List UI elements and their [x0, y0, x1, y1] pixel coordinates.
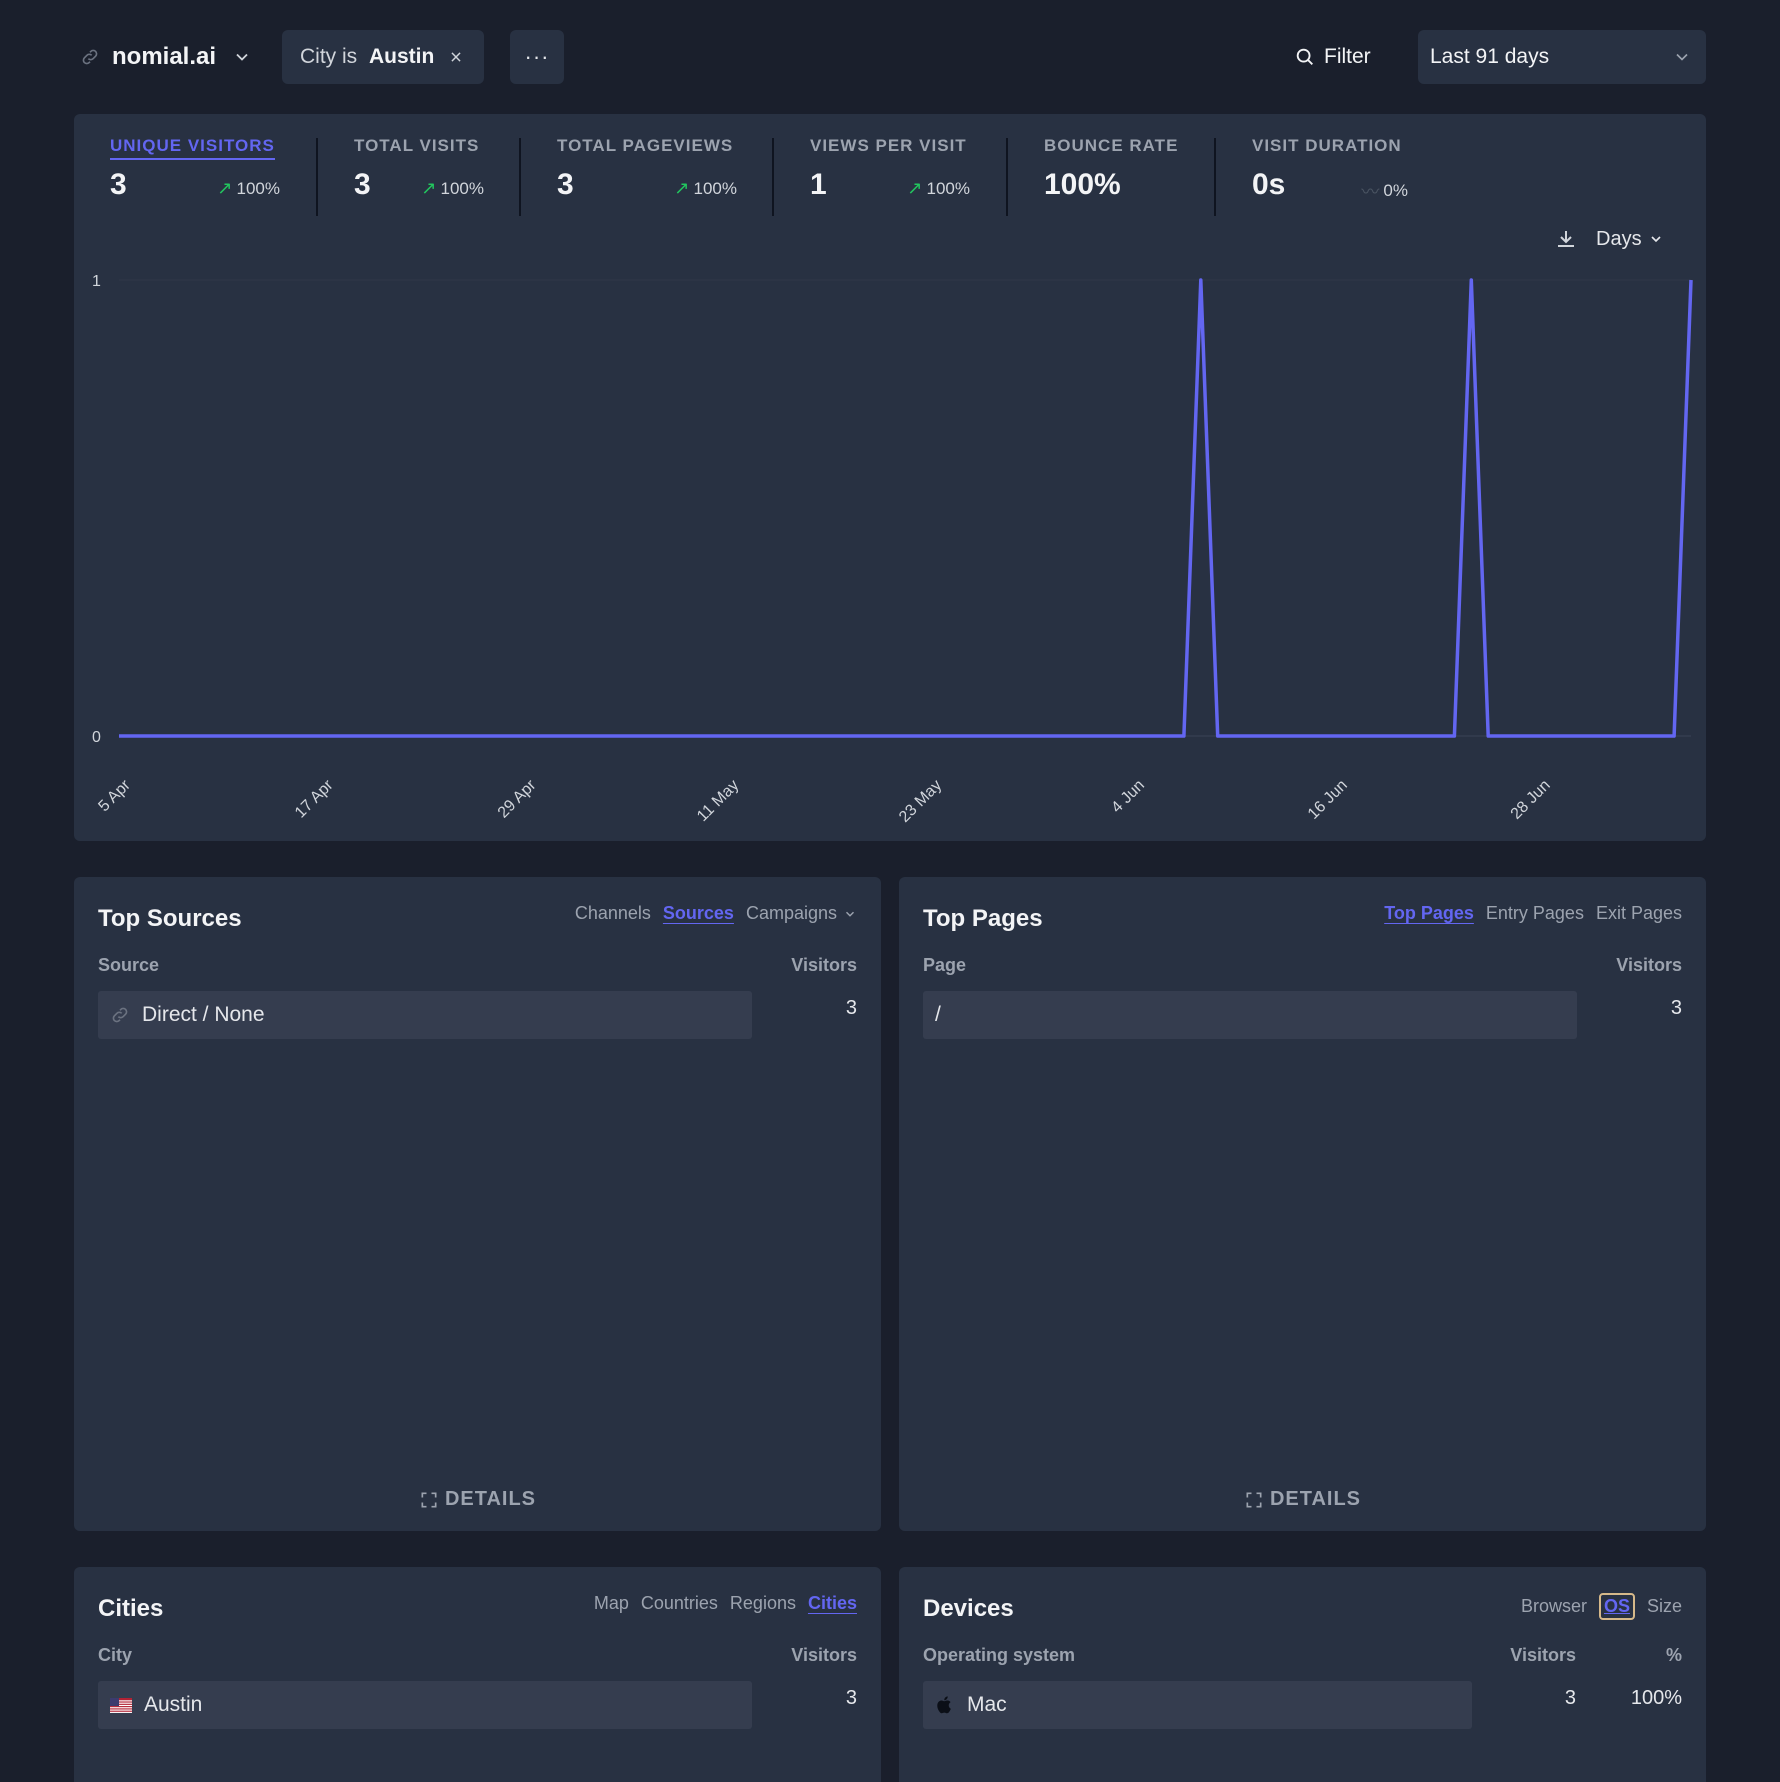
- visitors-chart: 0 1 5 Apr 17 Apr 29 Apr 11 May 23 May 4 Jun 16 J…: [92, 273, 1693, 826]
- stats-card: Unique visitors 3 ↗ 100% Total visits 3 ↗…: [74, 114, 1706, 841]
- list-item-label: Austin: [144, 1693, 203, 1716]
- column-header-visitors: Visitors: [791, 955, 857, 975]
- x-tick-label: 4 Jun: [1108, 777, 1148, 817]
- top-pages-panel: Top Pages Top Pages Entry Pages Exit Pag…: [899, 877, 1706, 1531]
- details-button[interactable]: DETAILS: [74, 1488, 881, 1511]
- expand-icon: [1244, 1490, 1264, 1510]
- list-item-visitors: 3: [845, 1687, 857, 1709]
- pages-tabs: Top Pages Entry Pages Exit Pages: [1384, 903, 1682, 924]
- x-tick-label: 17 Apr: [292, 776, 337, 821]
- link-icon: [112, 1007, 128, 1023]
- x-tick-label: 28 Jun: [1508, 777, 1554, 823]
- chevron-down-icon: [1672, 46, 1694, 68]
- x-tick-label: 23 May: [896, 777, 945, 826]
- list-item-visitors: 3: [845, 997, 857, 1019]
- y-tick-label: 1: [92, 273, 101, 290]
- period-picker[interactable]: Last 91 days: [1418, 30, 1706, 84]
- tab-top-pages[interactable]: Top Pages: [1384, 903, 1474, 924]
- list-item-label: Direct / None: [142, 1003, 265, 1026]
- active-filter-chip[interactable]: City is Austin: [282, 30, 484, 84]
- period-label: Last 91 days: [1430, 45, 1550, 68]
- list-item[interactable]: /: [923, 991, 1577, 1039]
- list-item-visitors: 3: [1670, 997, 1682, 1019]
- location-tabs: Map Countries Regions Cities: [594, 1593, 857, 1614]
- search-icon: [1294, 46, 1316, 68]
- details-button[interactable]: DETAILS: [899, 1488, 1706, 1511]
- more-options-button[interactable]: ···: [510, 30, 564, 84]
- column-header-page: Page: [923, 955, 967, 975]
- apple-icon: [937, 1696, 951, 1714]
- details-label: DETAILS: [1269, 1488, 1362, 1510]
- close-icon[interactable]: [446, 50, 466, 64]
- y-tick-label: 0: [92, 729, 101, 746]
- panel-title: Top Pages: [923, 905, 1043, 932]
- expand-icon: [419, 1490, 439, 1510]
- panel-title: Devices: [923, 1595, 1014, 1622]
- column-header-visitors: Visitors: [1510, 1645, 1576, 1665]
- tab-map[interactable]: Map: [594, 1593, 629, 1614]
- filter-value: Austin: [369, 45, 435, 68]
- details-label: DETAILS: [444, 1488, 537, 1510]
- tab-cities[interactable]: Cities: [808, 1593, 857, 1614]
- x-tick-label: 5 Apr: [95, 776, 134, 815]
- site-picker[interactable]: nomial.ai: [80, 30, 254, 84]
- tab-os[interactable]: OS: [1598, 1593, 1635, 1620]
- cities-panel: Cities Map Countries Regions Cities City…: [74, 1567, 881, 1782]
- filter-label: Filter: [1324, 45, 1371, 68]
- more-icon: ···: [524, 44, 550, 69]
- chevron-down-icon: [232, 46, 254, 68]
- tab-campaigns-label: Campaigns: [745, 903, 837, 923]
- chevron-down-icon: [845, 911, 855, 917]
- column-header-visitors: Visitors: [791, 1645, 857, 1665]
- list-item[interactable]: Mac: [923, 1681, 1472, 1729]
- list-item[interactable]: Austin: [98, 1681, 752, 1729]
- list-item[interactable]: Direct / None: [98, 991, 752, 1039]
- series-line-visitors: [119, 278, 1693, 738]
- panel-title: Top Sources: [98, 905, 242, 932]
- site-name: nomial.ai: [112, 43, 217, 70]
- device-tabs: Browser OS Size: [1521, 1593, 1682, 1620]
- list-item-label: Mac: [967, 1693, 1007, 1716]
- top-sources-panel: Top Sources Channels Sources Campaigns S…: [74, 877, 881, 1531]
- tab-regions[interactable]: Regions: [730, 1593, 796, 1614]
- x-tick-label: 16 Jun: [1305, 777, 1351, 823]
- source-tabs: Channels Sources Campaigns: [575, 903, 857, 924]
- list-item-visitors: 3: [1564, 1687, 1576, 1709]
- list-item-label: /: [935, 1003, 941, 1026]
- top-bar: nomial.ai City is Austin ··· Filter Last…: [74, 30, 1706, 84]
- tab-entry-pages[interactable]: Entry Pages: [1486, 903, 1584, 924]
- filter-prefix: City is: [300, 45, 363, 68]
- filter-button[interactable]: Filter: [1294, 30, 1371, 84]
- column-header-city: City: [98, 1645, 133, 1665]
- column-header-visitors: Visitors: [1616, 955, 1682, 975]
- tab-size[interactable]: Size: [1647, 1596, 1682, 1617]
- tab-campaigns[interactable]: Campaigns: [746, 903, 857, 924]
- us-flag-icon: [110, 1697, 132, 1713]
- tab-sources[interactable]: Sources: [663, 903, 734, 924]
- column-header-os: Operating system: [923, 1645, 1076, 1665]
- list-item-percent: 100%: [1630, 1687, 1682, 1709]
- column-header-source: Source: [98, 955, 160, 975]
- tab-channels[interactable]: Channels: [575, 903, 651, 924]
- x-tick-label: 11 May: [694, 777, 742, 825]
- x-tick-label: 29 Apr: [495, 776, 540, 821]
- devices-panel: Devices Browser OS Size Operating system…: [899, 1567, 1706, 1782]
- tab-exit-pages[interactable]: Exit Pages: [1596, 903, 1682, 924]
- column-header-percent: %: [1665, 1645, 1682, 1665]
- link-icon: [80, 46, 102, 68]
- panel-title: Cities: [98, 1595, 164, 1622]
- tab-countries[interactable]: Countries: [641, 1593, 718, 1614]
- tab-browser[interactable]: Browser: [1521, 1596, 1587, 1617]
